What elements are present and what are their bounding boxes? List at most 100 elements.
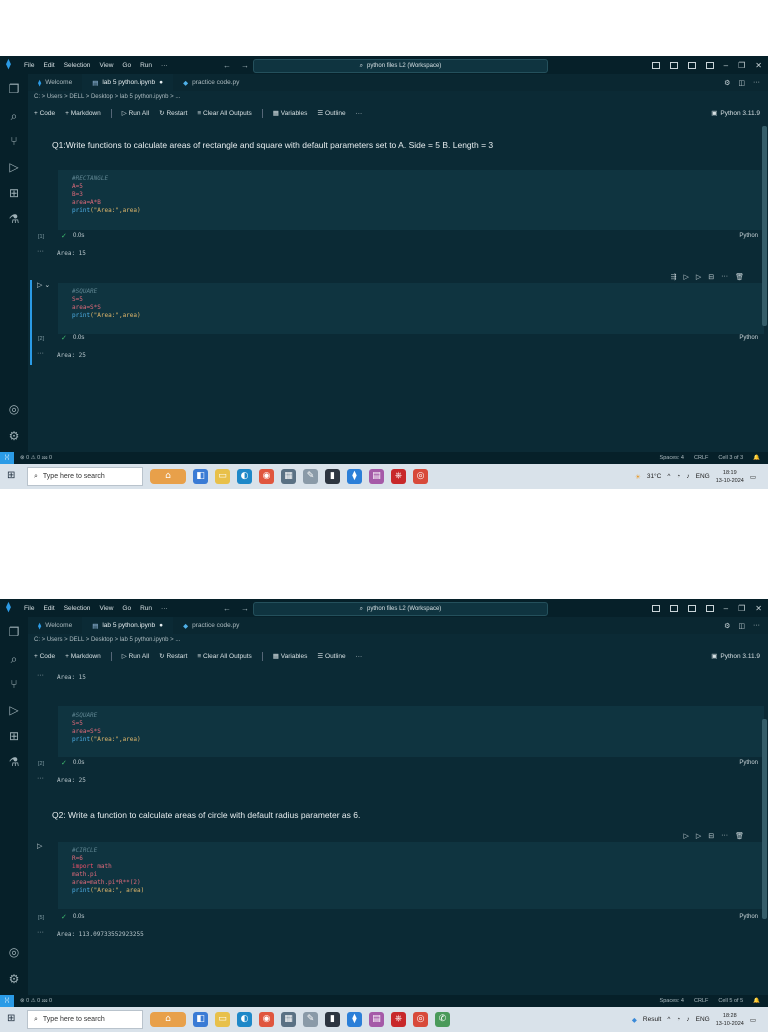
- tab-practice-code[interactable]: ◆ practice code.py: [173, 617, 249, 634]
- run-above-icon[interactable]: ▷: [683, 273, 688, 281]
- more-actions-icon[interactable]: ···: [753, 79, 760, 86]
- result-app-icon[interactable]: ◆: [632, 1016, 637, 1024]
- weather-temp[interactable]: 31°C: [647, 473, 662, 480]
- menu-selection[interactable]: Selection: [64, 62, 91, 69]
- menu-run[interactable]: Run: [140, 605, 152, 612]
- explorer-icon[interactable]: ❐: [7, 625, 21, 639]
- notifications-bell-icon[interactable]: 🔔: [753, 452, 760, 464]
- extensions-icon[interactable]: ⊞: [7, 186, 21, 200]
- code-cell-square[interactable]: [58, 283, 764, 334]
- delete-cell-icon[interactable]: 🗑: [735, 273, 744, 281]
- outline-button[interactable]: ☰ Outline: [317, 652, 345, 660]
- menu-selection[interactable]: Selection: [64, 605, 91, 612]
- run-all-button[interactable]: ▷ Run All: [122, 109, 149, 117]
- sticky-notes-icon[interactable]: ▮: [325, 1012, 340, 1027]
- media-app-icon[interactable]: ◎: [413, 1012, 428, 1027]
- minimize-button[interactable]: –: [724, 604, 728, 613]
- eol-status[interactable]: CRLF: [694, 995, 708, 1007]
- task-view-icon[interactable]: ◧: [193, 1012, 208, 1027]
- scrollbar[interactable]: [762, 719, 767, 919]
- notification-center-icon[interactable]: ▭: [750, 1016, 756, 1024]
- add-code-button[interactable]: + Code: [34, 653, 55, 660]
- problems-status[interactable]: ⊗ 0 ⚠ 0 ⅏ 0: [20, 995, 52, 1007]
- tab-welcome[interactable]: ⧫ Welcome: [28, 74, 82, 91]
- winrar-icon[interactable]: ▤: [369, 469, 384, 484]
- tab-welcome[interactable]: ⧫ Welcome: [28, 617, 82, 634]
- tab-lab5-notebook[interactable]: ▤ lab 5 python.ipynb ●: [82, 74, 174, 91]
- taskbar-search[interactable]: ⌕ Type here to search: [27, 1010, 143, 1029]
- customize-layout-icon[interactable]: [705, 61, 714, 69]
- kernel-picker[interactable]: ▣ Python 3.11.9: [711, 649, 760, 663]
- cell-position-status[interactable]: Cell 3 of 3: [718, 452, 743, 464]
- output-more-icon[interactable]: ···: [37, 350, 44, 357]
- testing-flask-icon[interactable]: ⚗: [7, 212, 21, 226]
- problems-status[interactable]: ⊗ 0 ⚠ 0 ⅏ 0: [20, 452, 52, 464]
- command-center[interactable]: ⌕ python files L2 (Workspace): [253, 602, 548, 616]
- search-icon[interactable]: ⌕: [7, 652, 21, 666]
- language-indicator[interactable]: ENG: [696, 1016, 710, 1023]
- scrollbar[interactable]: [762, 126, 767, 326]
- code-square[interactable]: #SQUARE S=5 area=S*S print("Area:",area): [72, 712, 141, 744]
- eol-status[interactable]: CRLF: [694, 452, 708, 464]
- widget-city-icon[interactable]: ⌂: [150, 1012, 186, 1027]
- output-more-icon[interactable]: ···: [37, 775, 44, 782]
- run-cell-button[interactable]: ▷: [37, 842, 42, 850]
- edge-browser-icon[interactable]: ◐: [237, 469, 252, 484]
- source-control-icon[interactable]: ⑂: [7, 134, 21, 148]
- breadcrumb[interactable]: C: > Users > DELL > Desktop > lab 5 pyth…: [34, 94, 180, 100]
- layout-secondary-icon[interactable]: [687, 604, 696, 612]
- sticky-notes-icon[interactable]: ▮: [325, 469, 340, 484]
- breadcrumb[interactable]: C: > Users > DELL > Desktop > lab 5 pyth…: [34, 637, 180, 643]
- output-more-icon[interactable]: ···: [37, 929, 44, 936]
- gear-icon[interactable]: ⚙: [724, 79, 730, 87]
- calculator-icon[interactable]: ▦: [281, 469, 296, 484]
- chrome-browser-icon[interactable]: ◉: [259, 1012, 274, 1027]
- calculator-icon[interactable]: ▦: [281, 1012, 296, 1027]
- windows-start-icon[interactable]: ⊞: [7, 1014, 17, 1024]
- outline-button[interactable]: ☰ Outline: [317, 109, 345, 117]
- add-code-button[interactable]: + Code: [34, 110, 55, 117]
- output-more-icon[interactable]: ···: [37, 672, 44, 679]
- split-editor-icon[interactable]: ◫: [738, 622, 745, 630]
- menu-more[interactable]: ···: [161, 62, 168, 69]
- maximize-button[interactable]: ❐: [738, 604, 745, 613]
- paint-icon[interactable]: ✎: [303, 469, 318, 484]
- settings-gear-icon[interactable]: ⚙: [7, 972, 21, 986]
- close-button[interactable]: ✕: [755, 604, 762, 613]
- code-rectangle[interactable]: #RECTANGLE A=5 B=3 area=A*B print("Area:…: [72, 175, 141, 215]
- layout-panel-icon[interactable]: [669, 61, 678, 69]
- menu-file[interactable]: File: [24, 605, 34, 612]
- clear-outputs-button[interactable]: ≡ Clear All Outputs: [197, 110, 251, 117]
- restart-button[interactable]: ↻ Restart: [159, 652, 187, 660]
- run-below-icon[interactable]: ▷: [696, 832, 701, 840]
- more-actions-icon[interactable]: ···: [753, 622, 760, 629]
- menu-file[interactable]: File: [24, 62, 34, 69]
- code-cell-circle[interactable]: [58, 842, 764, 909]
- network-icon[interactable]: ◔: [676, 1016, 680, 1023]
- explorer-icon[interactable]: ❐: [7, 82, 21, 96]
- add-markdown-button[interactable]: + Markdown: [65, 110, 101, 117]
- cell-language[interactable]: Python: [739, 914, 758, 920]
- remote-icon[interactable]: ⟩⟨: [0, 452, 14, 464]
- search-icon[interactable]: ⌕: [7, 109, 21, 123]
- variables-button[interactable]: ▦ Variables: [273, 109, 308, 117]
- notification-center-icon[interactable]: ▭: [750, 473, 756, 481]
- tab-lab5-notebook[interactable]: ▤ lab 5 python.ipynb ●: [82, 617, 174, 634]
- windows-start-icon[interactable]: ⊞: [7, 471, 17, 481]
- run-debug-icon[interactable]: ▷: [7, 160, 21, 174]
- command-center[interactable]: ⌕ python files L2 (Workspace): [253, 59, 548, 73]
- remote-icon[interactable]: ⟩⟨: [0, 995, 14, 1007]
- layout-sidebar-icon[interactable]: [651, 604, 660, 612]
- code-cell-rectangle[interactable]: [58, 170, 764, 230]
- run-above-icon[interactable]: ▷: [683, 832, 688, 840]
- add-markdown-button[interactable]: + Markdown: [65, 653, 101, 660]
- file-explorer-icon[interactable]: ▭: [215, 1012, 230, 1027]
- weather-icon[interactable]: ☀: [635, 473, 641, 481]
- split-cell-icon[interactable]: ⊟: [708, 832, 714, 840]
- cell-position-status[interactable]: Cell 5 of 5: [718, 995, 743, 1007]
- code-square[interactable]: #SQUARE S=5 area=S*S print("Area:",area): [72, 288, 141, 320]
- tab-practice-code[interactable]: ◆ practice code.py: [173, 74, 249, 91]
- cell-more-icon[interactable]: ···: [721, 832, 728, 839]
- maximize-button[interactable]: ❐: [738, 61, 745, 70]
- layout-secondary-icon[interactable]: [687, 61, 696, 69]
